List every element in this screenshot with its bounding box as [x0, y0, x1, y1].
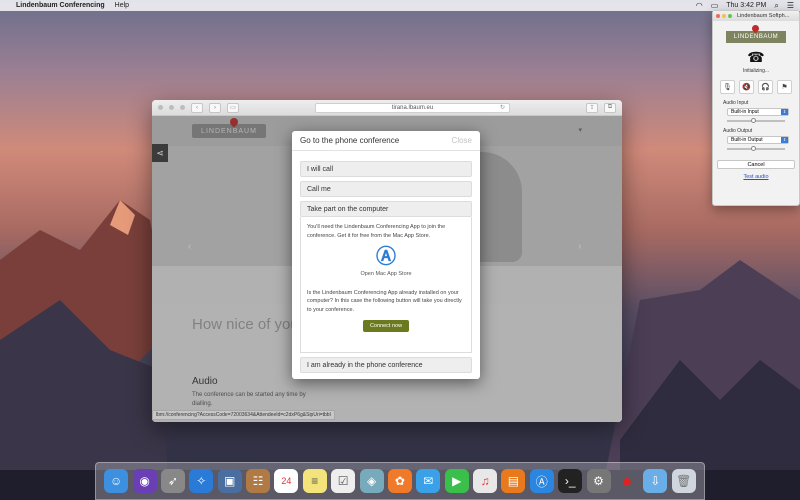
option-call-me[interactable]: Call me [300, 181, 472, 197]
app-store-icon: Ⓐ [376, 246, 396, 269]
minimize-window-button[interactable] [169, 105, 174, 110]
audio-input-label: Audio Input [723, 100, 749, 106]
softphone-status: Initializing... [742, 68, 770, 74]
conference-dialog: Go to the phone conference Close I will … [292, 131, 480, 379]
mute-microphone-icon[interactable]: 🎙 [720, 80, 735, 94]
installed-text: Is the Lindenbaum Conferencing App alrea… [307, 289, 462, 313]
safari-icon[interactable]: ✧ [189, 469, 214, 493]
cancel-button[interactable]: Cancel [717, 160, 795, 169]
share-icon[interactable]: ⇪ [586, 102, 598, 113]
sidebar-icon[interactable]: ▭ [227, 102, 239, 113]
softphone-controls: 🎙 🔇 🎧 ⚑ [713, 80, 799, 94]
downloads-folder-icon[interactable]: ⇩ [643, 469, 668, 493]
lindenbaum-app-icon[interactable]: ● [615, 469, 639, 493]
app-info-text: You'll need the Lindenbaum Conferencing … [307, 224, 446, 239]
messages-icon[interactable]: ✉ [416, 469, 441, 493]
dialog-title: Go to the phone conference [300, 136, 400, 145]
forward-icon[interactable]: › [209, 102, 221, 113]
menu-list-icon[interactable]: ☰ [787, 1, 794, 10]
option-computer[interactable]: Take part on the computer [300, 201, 472, 217]
input-volume-slider[interactable] [727, 118, 785, 123]
connect-now-button[interactable]: Connect now [363, 320, 409, 333]
zoom-window-button[interactable] [180, 105, 185, 110]
ibooks-icon[interactable]: ▤ [501, 469, 526, 493]
finder-icon[interactable]: ☺ [104, 469, 129, 493]
computer-panel: You'll need the Lindenbaum Conferencing … [300, 217, 472, 353]
sp-minimize-button[interactable] [722, 14, 726, 18]
menu-app-name[interactable]: Lindenbaum Conferencing [16, 2, 105, 9]
dialog-header: Go to the phone conference Close [292, 131, 480, 151]
siri-icon[interactable]: ◉ [132, 469, 157, 493]
pin-icon [750, 23, 761, 34]
close-button[interactable]: Close [452, 136, 472, 145]
phone-transfer-icon: ☎ [747, 49, 765, 65]
tabs-icon[interactable]: ⧉ [604, 102, 616, 113]
test-audio-link[interactable]: Test audio [713, 174, 799, 180]
chevron-down-icon: ⇕ [781, 109, 788, 115]
output-volume-slider[interactable] [727, 146, 785, 151]
slider-knob[interactable] [751, 118, 757, 123]
chevron-down-icon: ⇕ [781, 137, 788, 143]
softphone-logo: LINDENBAUM [726, 23, 786, 43]
audio-output-label: Audio Output [723, 128, 753, 134]
audio-output-select[interactable]: Built-in Output ⇕ [727, 136, 789, 144]
flag-icon[interactable]: ⚑ [777, 80, 792, 94]
maps-icon[interactable]: ◈ [359, 469, 384, 493]
system-preferences-icon[interactable]: ⚙ [586, 469, 611, 493]
url-text: tirana.lbaum.eu [391, 104, 434, 111]
itunes-icon[interactable]: ♫ [473, 469, 498, 493]
launchpad-icon[interactable]: ➶ [160, 469, 185, 493]
notes-icon[interactable]: ≡ [302, 469, 327, 493]
wifi-icon[interactable]: ◠ [696, 1, 703, 10]
calendar-icon[interactable]: 24 [274, 469, 299, 493]
back-icon[interactable]: ‹ [191, 102, 203, 113]
option-will-call[interactable]: I will call [300, 161, 472, 177]
menu-help[interactable]: Help [115, 2, 129, 9]
close-window-button[interactable] [158, 105, 163, 110]
reload-icon[interactable]: ↻ [500, 104, 505, 111]
clock[interactable]: Thu 3:42 PM [726, 2, 766, 9]
app-store-label: Open Mac App Store [360, 271, 412, 278]
menu-bar: Lindenbaum Conferencing Help ◠ ▭ Thu 3:4… [0, 0, 800, 11]
photos-icon[interactable]: ✿ [387, 469, 412, 493]
contacts-icon[interactable]: ☷ [246, 469, 271, 493]
sp-zoom-button[interactable] [728, 14, 732, 18]
app-store-dock-icon[interactable]: Ⓐ [529, 469, 554, 493]
slider-knob[interactable] [751, 146, 757, 151]
headset-icon[interactable]: 🎧 [758, 80, 773, 94]
facetime-icon[interactable]: ▶ [444, 469, 469, 493]
battery-icon[interactable]: ▭ [711, 1, 719, 10]
trash-icon[interactable]: 🗑 [671, 469, 696, 493]
reminders-icon[interactable]: ☑ [331, 469, 356, 493]
search-icon[interactable]: ⌕ [774, 1, 778, 10]
terminal-icon[interactable]: ›_ [558, 469, 583, 493]
photos-app-icon[interactable]: ▣ [217, 469, 242, 493]
mute-speaker-icon[interactable]: 🔇 [739, 80, 754, 94]
softphone-titlebar: Lindenbaum Softph... [713, 11, 799, 21]
address-bar[interactable]: tirana.lbaum.eu ↻ [315, 102, 510, 113]
audio-input-select[interactable]: Built-in Input ⇕ [727, 108, 789, 116]
app-store-link[interactable]: Ⓐ Open Mac App Store [307, 246, 465, 279]
dock: ☺ ◉ ➶ ✧ ▣ ☷ 24 ≡ ☑ ◈ ✿ ✉ ▶ ♫ ▤ Ⓐ ›_ ⚙ ● … [95, 462, 705, 500]
option-already-in-conference[interactable]: I am already in the phone conference [300, 357, 472, 373]
softphone-window: Lindenbaum Softph... LINDENBAUM ☎ Initia… [712, 10, 800, 206]
softphone-title: Lindenbaum Softph... [737, 13, 790, 19]
sp-close-button[interactable] [716, 14, 720, 18]
browser-toolbar: ‹ › ▭ tirana.lbaum.eu ↻ ⇪ ⧉ [152, 100, 622, 116]
